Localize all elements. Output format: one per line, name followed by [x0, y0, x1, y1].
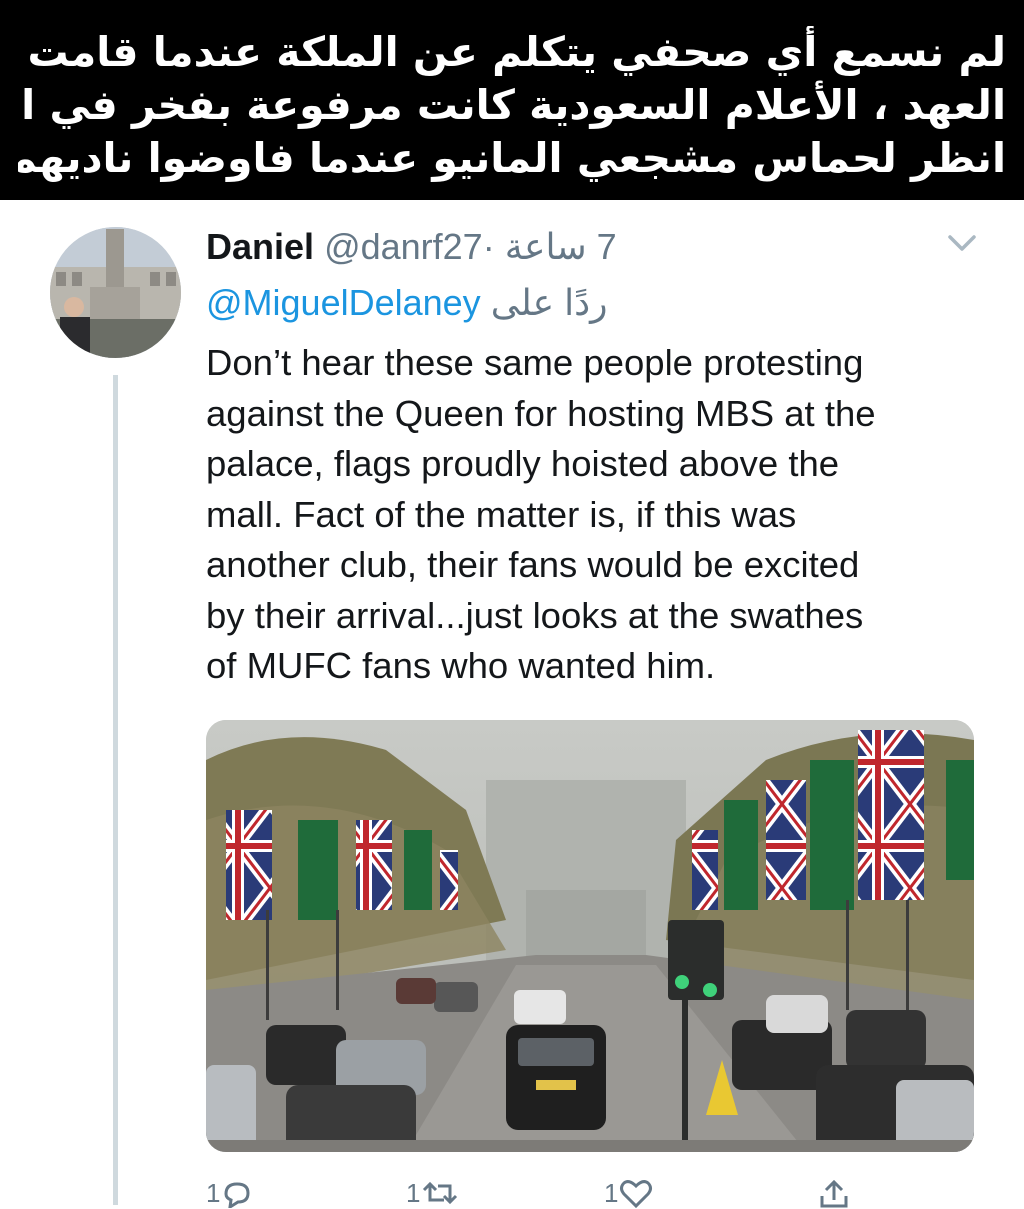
retweet-icon: [423, 1181, 458, 1205]
thread-line: [113, 375, 118, 1205]
avatar[interactable]: [50, 227, 181, 358]
tweet-body-line: Don’t hear these same people protesting: [206, 342, 864, 383]
reply-icon: [224, 1182, 250, 1208]
tweet-card[interactable]: Daniel @danrf27· 7 ساعة @MiguelDelaney ر…: [0, 200, 1024, 1208]
reply-mention-link[interactable]: @MiguelDelaney: [206, 282, 481, 323]
tweet-actions: 1 1 1: [206, 1178, 986, 1208]
share-icon: [820, 1179, 848, 1208]
tweet-header: Daniel @danrf27· 7 ساعة: [206, 222, 617, 272]
like-button[interactable]: 1: [604, 1178, 654, 1208]
caption-banner: لم نسمع أي صحفي يتكلم عن الملكة عندما قا…: [0, 0, 1024, 200]
tweet-body-line: palace, flags proudly hoisted above the: [206, 443, 840, 484]
tweet-body-line: another club, their fans would be excite…: [206, 544, 860, 585]
tweet-body-line: of MUFC fans who wanted him.: [206, 645, 716, 686]
street-scene-image: [206, 720, 974, 1152]
caption-line: العهد ، الأعلام السعودية كانت مرفوعة بفخ…: [18, 81, 1006, 129]
author-handle[interactable]: @danrf27: [324, 226, 483, 267]
replying-to: @MiguelDelaney ردًا على: [206, 278, 608, 328]
like-count: 1: [604, 1177, 619, 1208]
separator-dot: ·: [482, 226, 495, 267]
tweet-body: Don’t hear these same people protesting …: [206, 338, 996, 692]
tweet-body-line: against the Queen for hosting MBS at the: [206, 392, 876, 434]
caption-line: لم نسمع أي صحفي يتكلم عن الملكة عندما قا…: [18, 28, 1006, 76]
tweet-body-line: mall. Fact of the matter is, if this was: [206, 493, 797, 535]
reply-button[interactable]: 1: [206, 1178, 254, 1208]
reply-prefix: ردًا على: [490, 282, 608, 323]
share-button[interactable]: [816, 1178, 852, 1208]
tweet-photo[interactable]: [206, 720, 974, 1152]
reply-count: 1: [206, 1177, 221, 1208]
retweet-button[interactable]: 1: [406, 1178, 460, 1208]
retweet-count: 1: [406, 1177, 421, 1208]
author-name[interactable]: Daniel: [206, 226, 314, 267]
tweet-timestamp[interactable]: 7 ساعة: [505, 226, 617, 267]
chevron-down-icon[interactable]: [942, 228, 982, 258]
caption-line: انظر لحماس مشجعي المانيو عندما فاوضوا نا…: [18, 134, 1006, 182]
avatar-photo: [50, 227, 181, 358]
tweet-body-line: by their arrival...just looks at the swa…: [206, 594, 864, 636]
like-icon: [620, 1180, 653, 1208]
